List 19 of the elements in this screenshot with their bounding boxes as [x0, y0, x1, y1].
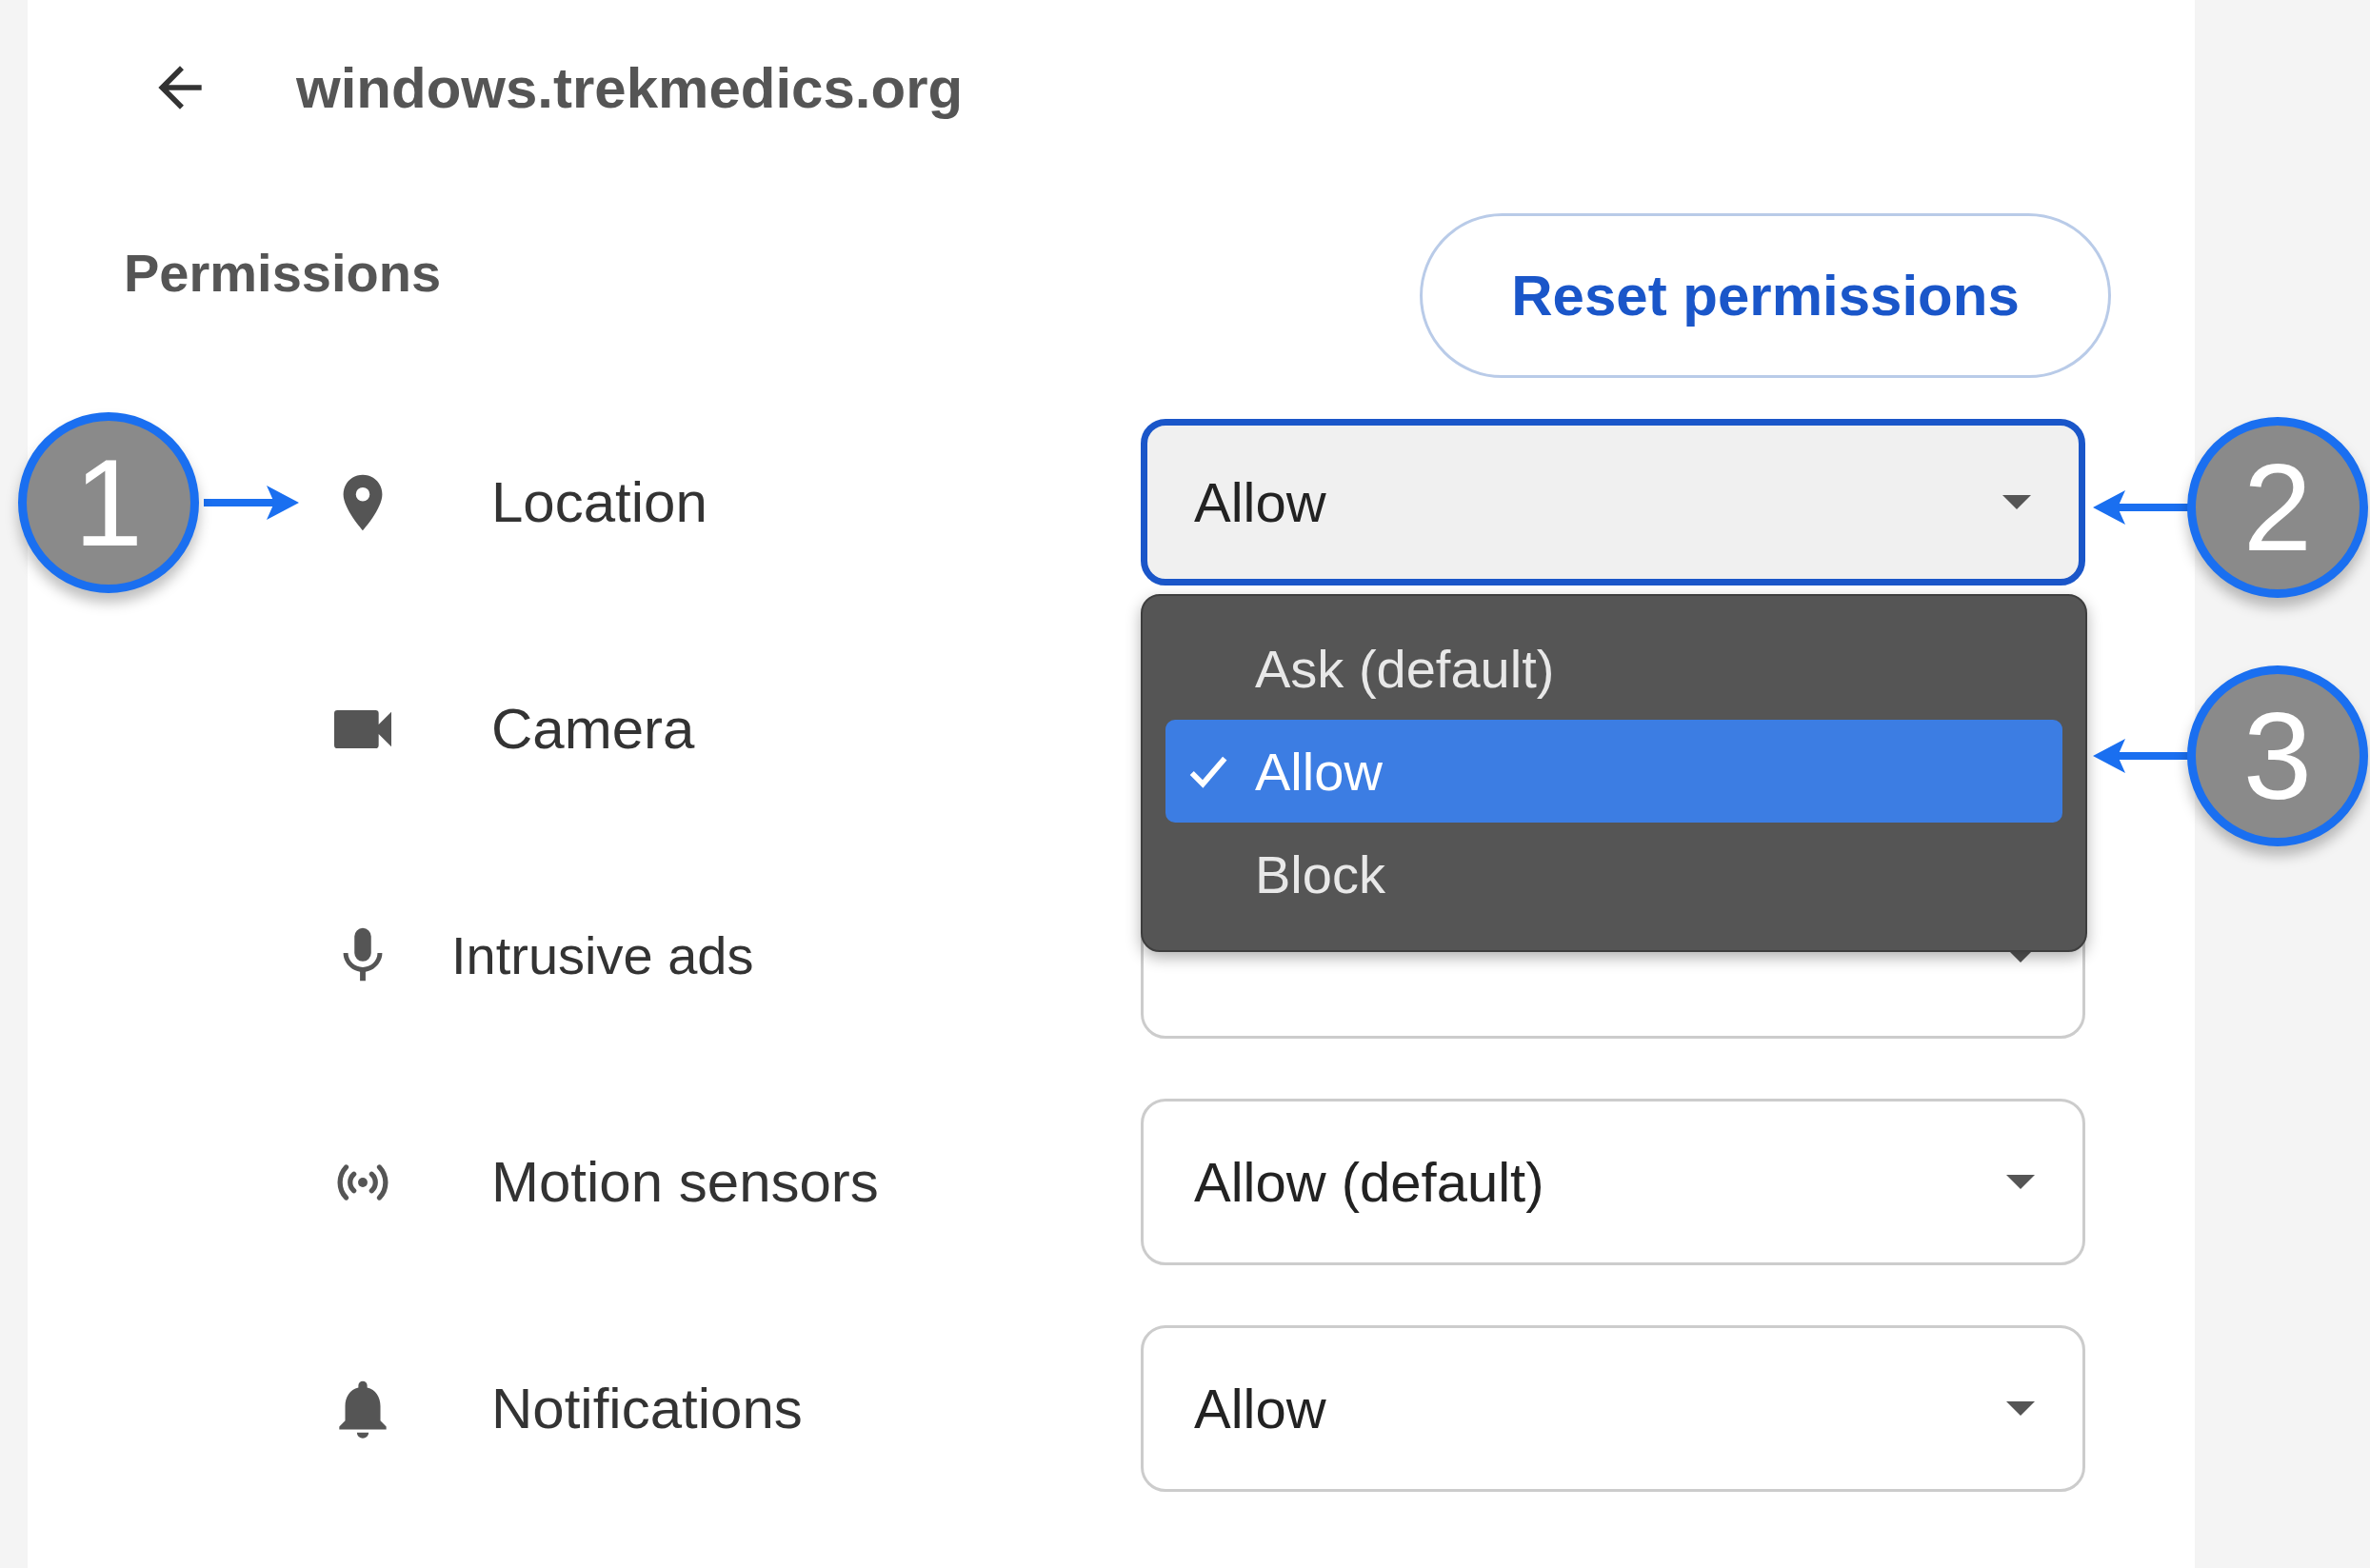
section-title: Permissions	[124, 242, 442, 304]
permission-label: Location	[491, 469, 708, 535]
callout-number: 2	[2187, 417, 2368, 598]
menu-option[interactable]: Ask (default)	[1165, 617, 2062, 720]
caret-icon	[2006, 1401, 2035, 1416]
permission-dropdown[interactable]: Allow	[1141, 419, 2085, 586]
caret-icon	[2002, 495, 2031, 509]
site-title: windows.trekmedics.org	[296, 54, 964, 121]
permission-dropdown[interactable]: Allow	[1141, 1325, 2085, 1492]
menu-option[interactable]: Block	[1165, 823, 2062, 925]
menu-option[interactable]: Allow	[1165, 720, 2062, 823]
permission-label: Camera	[491, 696, 696, 762]
caret-icon	[2006, 1175, 2035, 1189]
permission-label: Motion sensors	[491, 1149, 880, 1215]
permission-label: Intrusive ads	[451, 924, 755, 986]
callout-number: 3	[2187, 665, 2368, 846]
permission-dropdown[interactable]: Allow (default)	[1141, 1099, 2085, 1265]
permission-label: Notifications	[491, 1376, 804, 1441]
reset-permissions-button[interactable]: Reset permissions	[1420, 213, 2111, 378]
